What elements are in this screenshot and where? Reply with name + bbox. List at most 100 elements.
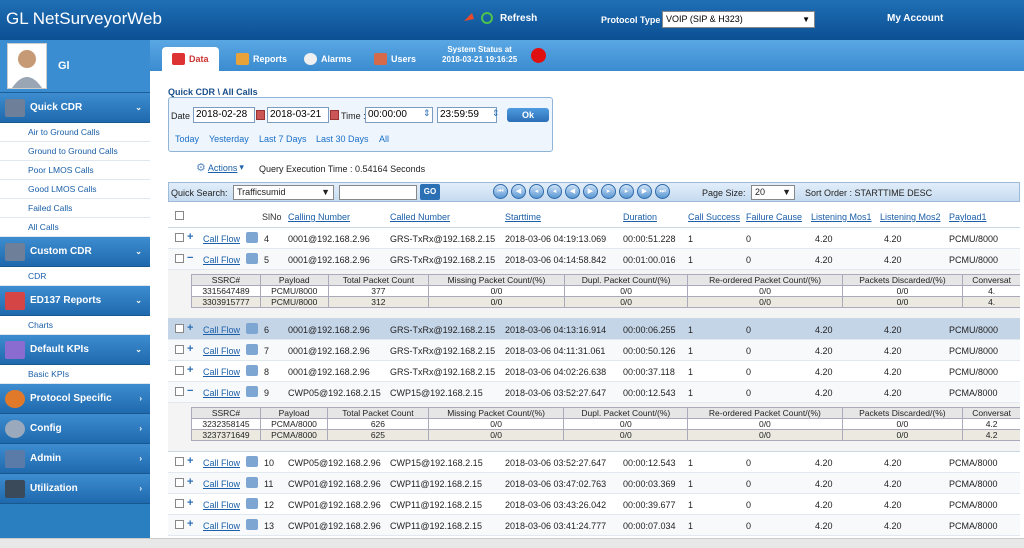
col-called-number[interactable]: Called Number: [390, 212, 450, 222]
sidebar-subitem-good-lmos[interactable]: Good LMOS Calls: [0, 180, 150, 199]
collapse-icon[interactable]: −: [187, 252, 193, 264]
tab-data[interactable]: Data: [162, 47, 219, 71]
quick-search-field-select[interactable]: Trafficsumid ▼: [233, 185, 334, 200]
col-call-success[interactable]: Call Success: [688, 212, 740, 222]
sidebar-subitem-charts[interactable]: Charts: [0, 316, 150, 335]
col-listening-mos2[interactable]: Listening Mos2: [880, 212, 941, 222]
sidebar-item-config[interactable]: Config ›: [0, 414, 150, 444]
col-calling-number[interactable]: Calling Number: [288, 212, 350, 222]
col-starttime[interactable]: Starttime: [505, 212, 541, 222]
quick-link-last-30-days[interactable]: Last 30 Days: [316, 134, 369, 144]
call-flow-link[interactable]: Call Flow: [203, 458, 240, 468]
call-flow-link[interactable]: Call Flow: [203, 346, 240, 356]
call-flow-icon[interactable]: [246, 253, 258, 264]
call-flow-link[interactable]: Call Flow: [203, 255, 240, 265]
table-row[interactable]: + Call Flow 7 0001@192.168.2.96 GRS-TxRx@192…: [168, 340, 1020, 361]
row-checkbox[interactable]: [175, 520, 184, 529]
quick-link-last-7-days[interactable]: Last 7 Days: [259, 134, 307, 144]
expand-icon[interactable]: +: [187, 322, 193, 334]
expand-icon[interactable]: +: [187, 343, 193, 355]
call-flow-link[interactable]: Call Flow: [203, 388, 240, 398]
call-flow-icon[interactable]: [246, 498, 258, 509]
my-account-link[interactable]: My Account: [887, 13, 943, 24]
row-checkbox[interactable]: [175, 345, 184, 354]
table-row[interactable]: + Call Flow 8 0001@192.168.2.96 GRS-TxRx@192…: [168, 361, 1020, 382]
time-to-input[interactable]: 23:59:59: [437, 107, 497, 123]
protocol-type-select[interactable]: VOIP (SIP & H323) ▼: [662, 11, 815, 28]
table-row[interactable]: + Call Flow 11 CWP01@192.168.2.96 CWP11@192.…: [168, 473, 1020, 494]
col-payload1[interactable]: Payload1: [949, 212, 987, 222]
call-flow-link[interactable]: Call Flow: [203, 325, 240, 335]
row-checkbox[interactable]: [175, 366, 184, 375]
quick-link-yesterday[interactable]: Yesterday: [209, 134, 249, 144]
call-flow-icon[interactable]: [246, 456, 258, 467]
call-flow-link[interactable]: Call Flow: [203, 521, 240, 531]
ok-button[interactable]: Ok: [507, 108, 549, 122]
date-to-input[interactable]: 2018-03-21: [267, 107, 329, 123]
row-checkbox[interactable]: [175, 233, 184, 242]
calendar-icon[interactable]: [256, 110, 265, 120]
spinner-icon[interactable]: ⇕: [492, 108, 500, 119]
row-checkbox[interactable]: [175, 478, 184, 487]
expand-icon[interactable]: +: [187, 518, 193, 530]
sidebar-subitem-poor-lmos[interactable]: Poor LMOS Calls: [0, 161, 150, 180]
last-page-icon[interactable]: ⏭: [655, 184, 670, 199]
tab-alarms[interactable]: Alarms: [294, 47, 362, 71]
sidebar-item-custom-cdr[interactable]: Custom CDR ⌄: [0, 237, 150, 267]
first-page-icon[interactable]: ⏮: [493, 184, 508, 199]
call-flow-icon[interactable]: [246, 477, 258, 488]
table-row[interactable]: + Call Flow 13 CWP01@192.168.2.96 CWP11@192.…: [168, 515, 1020, 536]
quick-link-today[interactable]: Today: [175, 134, 199, 144]
next-page-icon[interactable]: ▶: [583, 184, 598, 199]
sidebar-item-admin[interactable]: Admin ›: [0, 444, 150, 474]
quick-link-all[interactable]: All: [379, 134, 389, 144]
call-flow-icon[interactable]: [246, 519, 258, 530]
table-row[interactable]: + Call Flow 10 CWP05@192.168.2.96 CWP15@192.…: [168, 452, 1020, 473]
sidebar-item-utilization[interactable]: Utilization ›: [0, 474, 150, 504]
horizontal-scrollbar[interactable]: [0, 538, 1024, 548]
sidebar-subitem-basic-kpis[interactable]: Basic KPIs: [0, 365, 150, 384]
actions-menu[interactable]: ⚙ Actions ▾: [196, 161, 244, 174]
sidebar-item-quick-cdr[interactable]: Quick CDR ⌄: [0, 93, 150, 123]
prev-page-icon[interactable]: ◀: [565, 184, 580, 199]
spinner-icon[interactable]: ⇕: [423, 108, 431, 119]
expand-icon[interactable]: +: [187, 364, 193, 376]
call-flow-link[interactable]: Call Flow: [203, 500, 240, 510]
row-checkbox[interactable]: [175, 499, 184, 508]
row-checkbox[interactable]: [175, 324, 184, 333]
tab-users[interactable]: Users: [364, 47, 426, 71]
page-size-select[interactable]: 20 ▼: [751, 185, 795, 200]
col-failure-cause[interactable]: Failure Cause: [746, 212, 802, 222]
sidebar-item-default-kpis[interactable]: Default KPIs ⌄: [0, 335, 150, 365]
calendar-icon[interactable]: [330, 110, 339, 120]
row-checkbox[interactable]: [175, 457, 184, 466]
date-from-input[interactable]: 2018-02-28: [193, 107, 255, 123]
call-flow-link[interactable]: Call Flow: [203, 234, 240, 244]
call-flow-icon[interactable]: [246, 344, 258, 355]
sidebar-subitem-failed-calls[interactable]: Failed Calls: [0, 199, 150, 218]
table-row[interactable]: + Call Flow 12 CWP01@192.168.2.96 CWP11@192.…: [168, 494, 1020, 515]
prev-page-icon[interactable]: ◀: [511, 184, 526, 199]
expand-icon[interactable]: +: [187, 476, 193, 488]
call-flow-link[interactable]: Call Flow: [203, 479, 240, 489]
expand-icon[interactable]: +: [187, 455, 193, 467]
col-duration[interactable]: Duration: [623, 212, 657, 222]
sidebar-subitem-all-calls[interactable]: All Calls: [0, 218, 150, 237]
sidebar-subitem-ground-to-ground[interactable]: Ground to Ground Calls: [0, 142, 150, 161]
call-flow-icon[interactable]: [246, 386, 258, 397]
page-back-icon[interactable]: ◂: [547, 184, 562, 199]
sidebar-subitem-cdr[interactable]: CDR: [0, 267, 150, 286]
table-row[interactable]: + Call Flow 4 0001@192.168.2.96 GRS-TxRx@192…: [168, 228, 1020, 249]
page-forward-icon[interactable]: ▸: [619, 184, 634, 199]
expand-icon[interactable]: +: [187, 497, 193, 509]
collapse-icon[interactable]: −: [187, 385, 193, 397]
expand-icon[interactable]: +: [187, 231, 193, 243]
sidebar-subitem-air-to-ground[interactable]: Air to Ground Calls: [0, 123, 150, 142]
table-row[interactable]: − Call Flow 9 CWP05@192.168.2.15 CWP15@192.1…: [168, 382, 1020, 403]
table-row[interactable]: − Call Flow 5 0001@192.168.2.96 GRS-TxRx@192…: [168, 249, 1020, 270]
quick-search-input[interactable]: [339, 185, 417, 200]
row-checkbox[interactable]: [175, 387, 184, 396]
row-checkbox[interactable]: [175, 254, 184, 263]
page-forward-icon[interactable]: ▸: [601, 184, 616, 199]
call-flow-icon[interactable]: [246, 323, 258, 334]
